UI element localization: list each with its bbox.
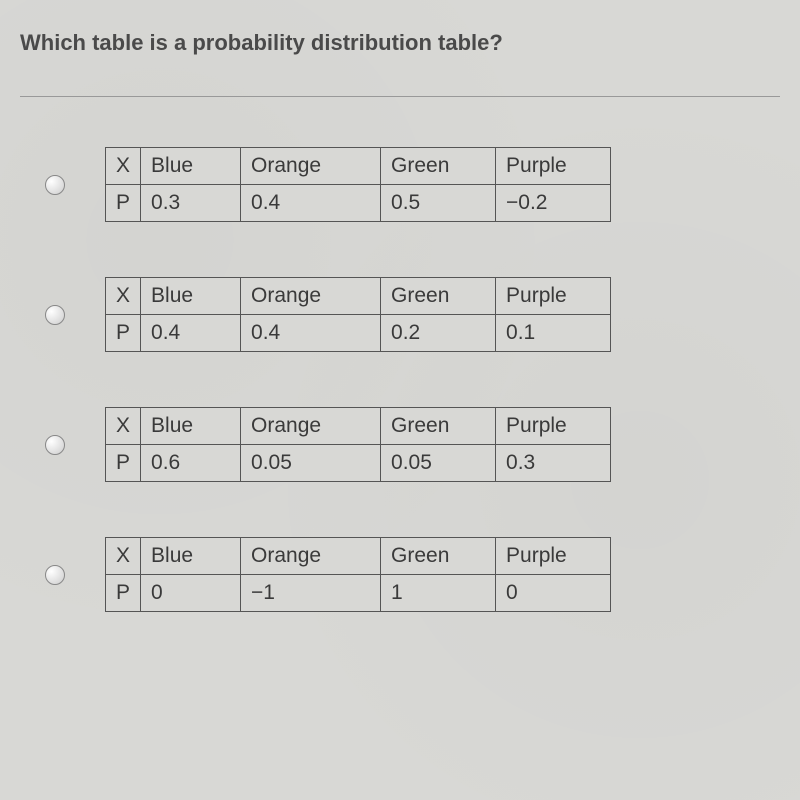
option-2: X Blue Orange Green Purple P 0.4 0.4 0.2… bbox=[45, 277, 780, 352]
value-blue: 0.3 bbox=[141, 185, 241, 222]
value-purple: 0 bbox=[496, 575, 611, 612]
header-x: X bbox=[106, 278, 141, 315]
radio-option-3[interactable] bbox=[45, 435, 65, 455]
option-3: X Blue Orange Green Purple P 0.6 0.05 0.… bbox=[45, 407, 780, 482]
header-orange: Orange bbox=[241, 148, 381, 185]
row-label: P bbox=[106, 575, 141, 612]
option-4: X Blue Orange Green Purple P 0 −1 1 0 bbox=[45, 537, 780, 612]
header-blue: Blue bbox=[141, 408, 241, 445]
row-label: P bbox=[106, 445, 141, 482]
header-purple: Purple bbox=[496, 408, 611, 445]
header-blue: Blue bbox=[141, 148, 241, 185]
value-orange: −1 bbox=[241, 575, 381, 612]
header-blue: Blue bbox=[141, 278, 241, 315]
header-orange: Orange bbox=[241, 278, 381, 315]
value-orange: 0.05 bbox=[241, 445, 381, 482]
header-purple: Purple bbox=[496, 278, 611, 315]
header-orange: Orange bbox=[241, 408, 381, 445]
value-green: 0.05 bbox=[381, 445, 496, 482]
header-green: Green bbox=[381, 148, 496, 185]
table-option-1: X Blue Orange Green Purple P 0.3 0.4 0.5… bbox=[105, 147, 611, 222]
table-option-2: X Blue Orange Green Purple P 0.4 0.4 0.2… bbox=[105, 277, 611, 352]
header-purple: Purple bbox=[496, 148, 611, 185]
header-x: X bbox=[106, 148, 141, 185]
header-blue: Blue bbox=[141, 538, 241, 575]
divider bbox=[20, 96, 780, 97]
value-purple: −0.2 bbox=[496, 185, 611, 222]
header-orange: Orange bbox=[241, 538, 381, 575]
table-option-3: X Blue Orange Green Purple P 0.6 0.05 0.… bbox=[105, 407, 611, 482]
radio-option-2[interactable] bbox=[45, 305, 65, 325]
table-option-4: X Blue Orange Green Purple P 0 −1 1 0 bbox=[105, 537, 611, 612]
value-green: 0.5 bbox=[381, 185, 496, 222]
value-orange: 0.4 bbox=[241, 185, 381, 222]
value-orange: 0.4 bbox=[241, 315, 381, 352]
radio-option-4[interactable] bbox=[45, 565, 65, 585]
value-purple: 0.1 bbox=[496, 315, 611, 352]
header-green: Green bbox=[381, 278, 496, 315]
header-green: Green bbox=[381, 408, 496, 445]
value-blue: 0.4 bbox=[141, 315, 241, 352]
row-label: P bbox=[106, 315, 141, 352]
header-x: X bbox=[106, 408, 141, 445]
value-green: 0.2 bbox=[381, 315, 496, 352]
header-x: X bbox=[106, 538, 141, 575]
option-1: X Blue Orange Green Purple P 0.3 0.4 0.5… bbox=[45, 147, 780, 222]
header-purple: Purple bbox=[496, 538, 611, 575]
value-purple: 0.3 bbox=[496, 445, 611, 482]
question-text: Which table is a probability distributio… bbox=[20, 30, 780, 56]
value-green: 1 bbox=[381, 575, 496, 612]
value-blue: 0.6 bbox=[141, 445, 241, 482]
row-label: P bbox=[106, 185, 141, 222]
value-blue: 0 bbox=[141, 575, 241, 612]
radio-option-1[interactable] bbox=[45, 175, 65, 195]
header-green: Green bbox=[381, 538, 496, 575]
